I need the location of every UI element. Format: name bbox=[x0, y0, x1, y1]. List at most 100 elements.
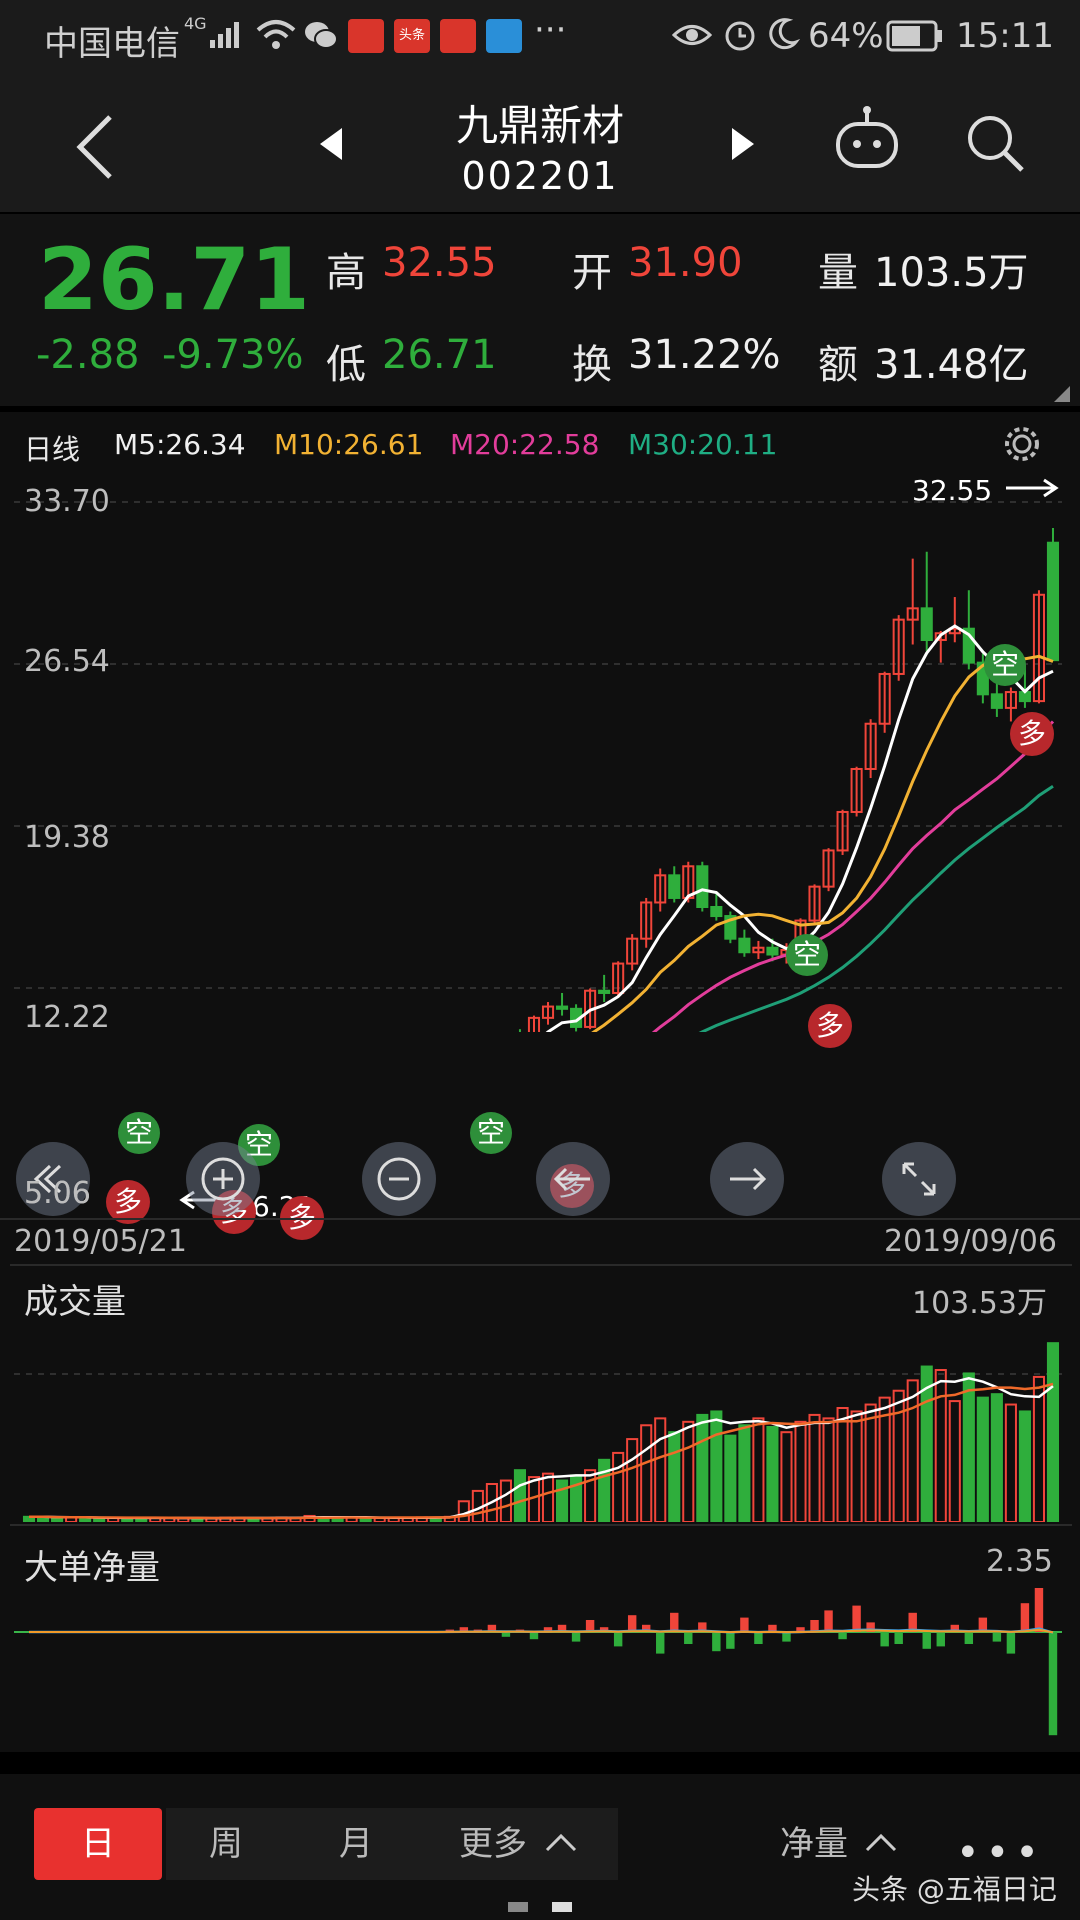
volume-bar bbox=[794, 1420, 807, 1522]
volume-bar bbox=[1032, 1375, 1046, 1522]
page-indicator-dot-active bbox=[552, 1902, 572, 1912]
net-bar bbox=[1006, 1632, 1016, 1654]
clock: 15:11 bbox=[956, 16, 1054, 56]
low-value: 26.71 bbox=[382, 332, 497, 378]
ma30-line bbox=[698, 784, 1054, 1032]
alarm-icon bbox=[725, 21, 755, 51]
net-bar bbox=[684, 1632, 693, 1644]
period-tab-bar: 日 周 月 更多 净量 ••• 头条 @五福日记 bbox=[0, 1774, 1080, 1920]
tab-more[interactable]: 更多 bbox=[438, 1808, 548, 1880]
net-bar bbox=[740, 1617, 749, 1632]
volume-bar bbox=[598, 1458, 611, 1522]
kong-signal-badge[interactable]: 空 bbox=[786, 934, 828, 976]
tab-day[interactable]: 日 bbox=[34, 1808, 162, 1880]
price-change: -2.88 bbox=[36, 332, 140, 378]
volume-bar bbox=[752, 1417, 765, 1522]
period-label[interactable]: 日线 bbox=[24, 428, 80, 468]
signal-icon bbox=[210, 22, 239, 48]
volume-bar bbox=[654, 1417, 667, 1522]
ma20-value: M20:22.58 bbox=[450, 428, 600, 461]
tab-week[interactable]: 周 bbox=[166, 1808, 286, 1880]
volume-bar bbox=[836, 1407, 849, 1522]
wifi-icon bbox=[256, 20, 296, 49]
volume-label: 量 bbox=[818, 250, 858, 296]
volume-chart[interactable] bbox=[0, 1322, 1080, 1522]
carrier-label: 中国电信 bbox=[44, 24, 180, 64]
duo-signal-badge[interactable]: 多 bbox=[1010, 712, 1054, 756]
divider bbox=[0, 1218, 1080, 1220]
divider bbox=[10, 1524, 1072, 1526]
candle-body bbox=[555, 1005, 569, 1010]
volume-bar bbox=[934, 1369, 947, 1522]
big-order-chart[interactable] bbox=[0, 1588, 1080, 1748]
next-stock-icon[interactable] bbox=[728, 124, 758, 164]
status-bar: 中国电信 4G 头条 ··· 64% 15:11 bbox=[0, 0, 1080, 72]
volume-bar bbox=[850, 1410, 863, 1522]
kong-signal-badge[interactable]: 空 bbox=[984, 644, 1026, 686]
scroll-forward-button[interactable] bbox=[710, 1142, 784, 1216]
volume-bar bbox=[612, 1451, 625, 1522]
divider bbox=[10, 1264, 1072, 1266]
moon-icon bbox=[769, 18, 800, 50]
net-bar bbox=[838, 1632, 847, 1640]
battery-icon bbox=[886, 20, 942, 52]
candle-body bbox=[668, 874, 681, 899]
volume-bar bbox=[976, 1396, 989, 1522]
news-app-icon bbox=[348, 19, 384, 53]
high-label: 高 bbox=[326, 250, 366, 296]
net-bar bbox=[670, 1612, 679, 1632]
open-value: 31.90 bbox=[628, 240, 743, 286]
volume-ma10-line bbox=[29, 1382, 1054, 1520]
zoom-in-button[interactable] bbox=[186, 1142, 260, 1216]
volume-bar bbox=[962, 1372, 975, 1522]
high-marker-label: 32.55 bbox=[912, 474, 993, 507]
stock-code: 002201 bbox=[461, 154, 619, 198]
zoom-out-button[interactable] bbox=[362, 1142, 436, 1216]
tab-month[interactable]: 月 bbox=[296, 1808, 416, 1880]
expand-corner-icon[interactable] bbox=[1052, 384, 1072, 404]
net-bar bbox=[936, 1632, 945, 1647]
amount-label: 额 bbox=[818, 342, 858, 388]
net-bar bbox=[824, 1610, 833, 1632]
candle-body bbox=[920, 607, 933, 642]
network-label: 4G bbox=[184, 14, 207, 33]
volume-bar bbox=[710, 1410, 723, 1522]
price-change-pct: -9.73% bbox=[162, 332, 304, 378]
watermark: 头条 @五福日记 bbox=[852, 1873, 1057, 1906]
price-chart[interactable] bbox=[0, 472, 1080, 1032]
volume-panel-value: 103.53万 bbox=[912, 1286, 1047, 1321]
y-tick-3: 12.22 bbox=[24, 1000, 110, 1035]
candle-body bbox=[990, 693, 1003, 709]
net-bar bbox=[880, 1632, 889, 1647]
search-icon[interactable] bbox=[964, 112, 1028, 176]
y-tick-1: 26.54 bbox=[24, 644, 110, 679]
turnover-label: 换 bbox=[572, 342, 612, 388]
settings-gear-icon[interactable] bbox=[1002, 424, 1042, 464]
volume-bar bbox=[780, 1431, 793, 1522]
high-value: 32.55 bbox=[382, 240, 497, 286]
volume-bar bbox=[682, 1420, 695, 1522]
net-bar bbox=[1020, 1603, 1030, 1632]
net-bar bbox=[712, 1632, 721, 1652]
net-bar bbox=[922, 1632, 931, 1649]
volume-bar bbox=[990, 1393, 1003, 1522]
kong-signal-badge[interactable]: 空 bbox=[118, 1112, 160, 1154]
news-app-icon-2 bbox=[440, 19, 476, 53]
robot-assistant-icon[interactable] bbox=[832, 104, 902, 174]
kline-chart-area[interactable]: 日线 M5:26.34 M10:26.61 M20:22.58 M30:20.1… bbox=[0, 412, 1080, 1752]
indicator-selector[interactable]: 净量 bbox=[764, 1808, 864, 1880]
fullscreen-button[interactable] bbox=[882, 1142, 956, 1216]
candle-body bbox=[1046, 541, 1060, 662]
ma30-value: M30:20.11 bbox=[628, 428, 778, 461]
toutiao-app-icon: 头条 bbox=[394, 19, 430, 53]
kong-signal-badge[interactable]: 空 bbox=[470, 1112, 512, 1154]
volume-bar bbox=[766, 1426, 779, 1522]
chevron-up-icon[interactable] bbox=[864, 1830, 898, 1854]
y-tick-2: 19.38 bbox=[24, 820, 110, 855]
volume-bar bbox=[570, 1474, 583, 1522]
net-bar bbox=[656, 1632, 665, 1654]
scroll-back-button[interactable] bbox=[536, 1142, 610, 1216]
chevron-up-icon[interactable] bbox=[544, 1830, 578, 1854]
volume-bar bbox=[626, 1438, 639, 1522]
duo-signal-badge[interactable]: 多 bbox=[808, 1004, 852, 1048]
